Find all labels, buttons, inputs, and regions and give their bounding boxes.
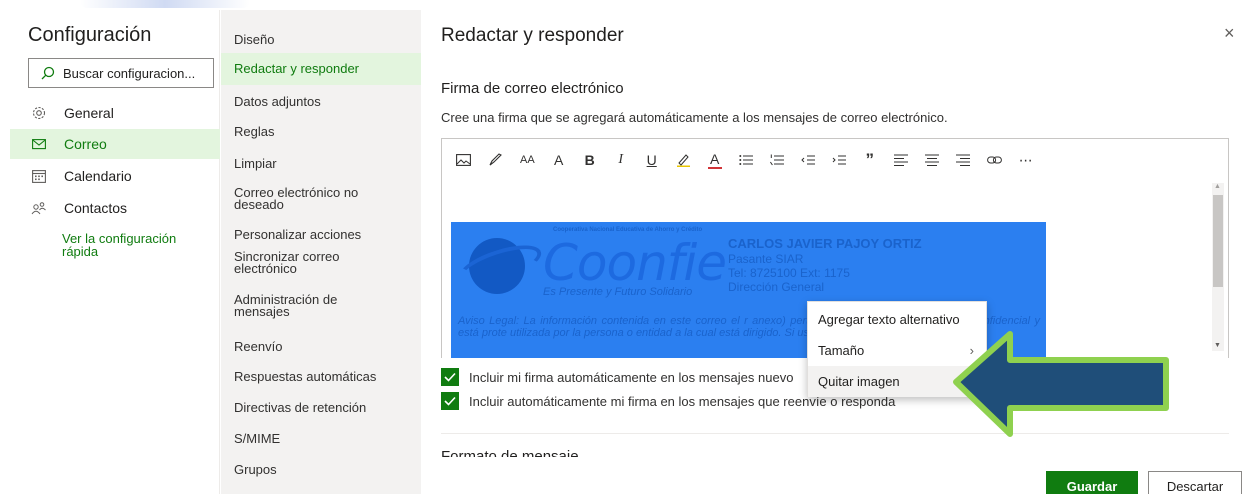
search-icon <box>41 66 55 80</box>
signature-phone: Tel: 8725100 Ext: 1175 <box>728 266 850 280</box>
save-button[interactable]: Guardar <box>1046 471 1138 494</box>
submenu-item-customize-actions[interactable]: Personalizar acciones <box>221 228 421 241</box>
close-icon[interactable]: × <box>1224 24 1235 42</box>
submenu-item-compose-reply[interactable]: Redactar y responder <box>221 53 421 85</box>
insert-image-icon[interactable] <box>456 150 471 170</box>
submenu-item-rules[interactable]: Reglas <box>221 125 421 138</box>
nav-label: General <box>64 105 114 121</box>
signature-department: Dirección General <box>728 280 825 294</box>
increase-indent-icon[interactable] <box>832 150 846 170</box>
auto-signature-new-checkbox[interactable]: Incluir mi firma automáticamente en los … <box>441 368 793 386</box>
align-left-icon[interactable] <box>893 150 908 170</box>
panel-title: Redactar y responder <box>441 25 624 46</box>
search-placeholder: Buscar configuracion... <box>63 65 196 81</box>
quote-icon[interactable]: ” <box>863 150 877 170</box>
more-icon[interactable]: ⋯ <box>1019 150 1033 170</box>
nav-item-general[interactable]: General <box>10 98 220 128</box>
people-icon <box>28 201 50 215</box>
underline-icon[interactable]: U <box>645 150 659 170</box>
nav-label: Calendario <box>64 168 132 184</box>
nav-label: Contactos <box>64 200 128 216</box>
message-format-title-partial: Formato de mensaje <box>441 448 579 457</box>
quick-settings-link[interactable]: Ver la configuración rápida <box>62 232 212 258</box>
annotation-arrow-icon <box>953 331 1169 437</box>
nav-label: Correo <box>64 136 107 152</box>
font-size-icon[interactable]: AA <box>520 150 535 170</box>
settings-left-pane: Configuración Buscar configuracion... Ge… <box>10 10 220 494</box>
nav-item-mail[interactable]: Correo <box>10 129 220 159</box>
scroll-up-arrow-icon[interactable]: ▲ <box>1214 183 1221 190</box>
signature-org-line: Cooperativa Nacional Educativa de Ahorro… <box>553 227 703 233</box>
decrease-indent-icon[interactable] <box>800 150 815 170</box>
submenu-item-label: Redactar y responder <box>234 61 360 76</box>
signature-section-description: Cree una firma que se agregará automátic… <box>441 110 948 125</box>
signature-section-title: Firma de correo electrónico <box>441 80 624 97</box>
submenu-item-junk[interactable]: Correo electrónico no deseado <box>221 186 371 211</box>
discard-button[interactable]: Descartar <box>1148 471 1242 494</box>
window-frame-left <box>0 0 10 494</box>
mail-icon <box>28 138 50 150</box>
submenu-item-smime[interactable]: S/MIME <box>221 432 421 445</box>
grow-font-icon[interactable]: A <box>552 150 566 170</box>
settings-title: Configuración <box>28 24 152 46</box>
gear-icon <box>28 106 50 120</box>
format-painter-icon[interactable] <box>488 150 503 170</box>
align-center-icon[interactable] <box>924 150 939 170</box>
checkbox-label: Incluir mi firma automáticamente en los … <box>469 369 794 385</box>
link-icon[interactable] <box>986 150 1002 170</box>
font-color-icon[interactable]: A <box>707 151 722 169</box>
menu-item-label: Tamaño <box>818 343 865 358</box>
submenu-item-groups[interactable]: Grupos <box>221 463 421 476</box>
submenu-item-layout[interactable]: Diseño <box>221 33 421 46</box>
numbering-icon[interactable] <box>769 150 784 170</box>
formatting-toolbar: AA A B I U A ” ⋯ <box>456 149 1050 171</box>
nav-item-calendar[interactable]: Calendario <box>10 161 220 191</box>
scrollbar-thumb[interactable] <box>1213 195 1223 287</box>
submenu-item-automatic-replies[interactable]: Respuestas automáticas <box>221 370 421 383</box>
submenu-item-message-handling[interactable]: Administración de mensajes <box>221 293 371 318</box>
decorative-header-accent <box>80 0 250 8</box>
italic-icon[interactable]: I <box>614 150 628 170</box>
checkmark-icon <box>441 392 459 410</box>
signature-tagline: Es Presente y Futuro Solidario <box>543 286 693 298</box>
scroll-down-arrow-icon[interactable]: ▼ <box>1214 342 1221 349</box>
coonfie-logo-text: Coonfie <box>543 234 727 292</box>
submenu-item-retention-policies[interactable]: Directivas de retención <box>221 401 421 414</box>
submenu-item-forwarding[interactable]: Reenvío <box>221 340 421 353</box>
submenu-item-attachments[interactable]: Datos adjuntos <box>221 95 421 108</box>
submenu-item-sync-email[interactable]: Sincronizar correo electrónico <box>221 250 371 275</box>
editor-scrollbar[interactable]: ▲ ▼ <box>1212 183 1224 351</box>
bold-icon[interactable]: B <box>583 150 597 170</box>
checkmark-icon <box>441 368 459 386</box>
highlight-icon[interactable] <box>676 150 691 170</box>
calendar-icon <box>28 169 50 183</box>
signature-name: CARLOS JAVIER PAJOY ORTIZ <box>728 236 922 251</box>
submenu-item-sweep[interactable]: Limpiar <box>221 157 421 170</box>
mail-settings-submenu: Diseño Redactar y responder Datos adjunt… <box>221 10 421 494</box>
align-right-icon[interactable] <box>955 150 970 170</box>
signature-role: Pasante SIAR <box>728 252 804 266</box>
bullets-icon[interactable] <box>738 150 753 170</box>
settings-search-input[interactable]: Buscar configuracion... <box>28 58 214 88</box>
nav-item-contacts[interactable]: Contactos <box>10 193 220 223</box>
